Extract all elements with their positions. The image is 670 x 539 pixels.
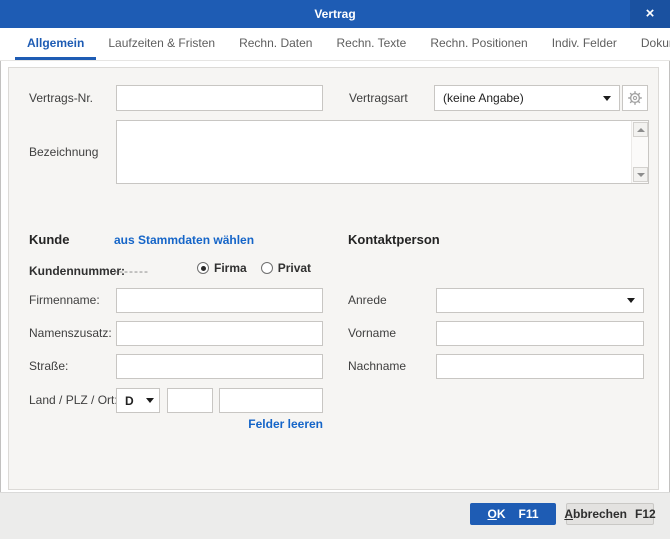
firmenname-field-box (116, 288, 323, 313)
vertrags-nr-field-box (116, 85, 323, 111)
footer-bar: OK F11 Abbrechen F12 (0, 492, 670, 539)
namenszusatz-label: Namenszusatz: (29, 326, 112, 340)
gear-icon (628, 91, 643, 106)
abbrechen-button[interactable]: Abbrechen F12 (564, 503, 656, 525)
vertragsart-settings-button[interactable] (622, 85, 648, 111)
ok-button-shortcut: F11 (518, 507, 539, 521)
nachname-input[interactable] (437, 355, 643, 378)
tab-indiv-felder[interactable]: Indiv. Felder (540, 28, 629, 60)
kontaktperson-heading: Kontaktperson (348, 232, 440, 247)
vertrag-dialog: Vertrag × Allgemein Laufzeiten & Fristen… (0, 0, 670, 539)
bezeichnung-scrollbar[interactable] (631, 121, 648, 183)
land-dropdown[interactable]: D (116, 388, 160, 413)
vorname-label: Vorname (348, 326, 397, 340)
firmenname-input[interactable] (117, 289, 322, 312)
titlebar: Vertrag × (0, 0, 670, 28)
strasse-field-box (116, 354, 323, 379)
scroll-down-icon (636, 172, 645, 177)
content-panel: Vertrags-Nr. Vertragsart (keine Angabe) (8, 67, 659, 490)
vertrags-nr-label: Vertrags-Nr. (29, 91, 94, 105)
scroll-up-button[interactable] (633, 122, 648, 137)
ort-field-box (219, 388, 323, 413)
plz-field-box (167, 388, 213, 413)
tab-allgemein[interactable]: Allgemein (15, 28, 97, 60)
strasse-label: Straße: (29, 359, 69, 373)
kunde-heading: Kunde (29, 232, 70, 247)
land-plz-ort-label: Land / PLZ / Ort: (29, 393, 118, 407)
tab-dokumente[interactable]: Dokumente (629, 28, 670, 60)
plz-input[interactable] (168, 389, 212, 412)
abbrechen-button-label: Abbrechen (564, 507, 627, 521)
radio-privat[interactable]: Privat (260, 261, 312, 275)
close-icon: × (645, 4, 655, 22)
vertrags-nr-input[interactable] (117, 86, 322, 110)
radio-privat-label: Privat (277, 261, 312, 275)
scroll-down-button[interactable] (633, 167, 648, 182)
vertragsart-value: (keine Angabe) (443, 91, 524, 105)
dropdown-arrow-icon (627, 298, 635, 303)
ok-button[interactable]: OK F11 (470, 503, 556, 525)
tab-laufzeiten-fristen[interactable]: Laufzeiten & Fristen (96, 28, 227, 60)
radio-firma[interactable]: Firma (197, 261, 247, 275)
stammdaten-link[interactable]: aus Stammdaten wählen (114, 233, 254, 247)
strasse-input[interactable] (117, 355, 322, 378)
scroll-up-icon (636, 127, 645, 132)
tab-rechn-texte[interactable]: Rechn. Texte (324, 28, 418, 60)
namenszusatz-input[interactable] (117, 322, 322, 345)
tab-rechn-daten[interactable]: Rechn. Daten (227, 28, 324, 60)
nachname-field-box (436, 354, 644, 379)
kundennummer-value: ------- (114, 264, 149, 278)
tab-rechn-positionen[interactable]: Rechn. Positionen (418, 28, 539, 60)
radio-firma-label: Firma (214, 261, 247, 275)
nachname-label: Nachname (348, 359, 407, 373)
radio-privat-icon (260, 262, 273, 274)
vertragsart-dropdown[interactable]: (keine Angabe) (434, 85, 620, 111)
felder-leeren-link[interactable]: Felder leeren (217, 417, 323, 431)
bezeichnung-textarea[interactable] (117, 121, 631, 183)
abbrechen-button-shortcut: F12 (635, 507, 656, 521)
vertragsart-label: Vertragsart (349, 91, 408, 105)
kundentyp-radio-group: Firma Privat (197, 261, 311, 275)
ok-button-label: OK (487, 507, 506, 521)
close-button[interactable]: × (630, 0, 670, 28)
vorname-input[interactable] (437, 322, 643, 345)
anrede-label: Anrede (348, 293, 387, 307)
radio-firma-icon (197, 262, 209, 274)
bezeichnung-field-box (116, 120, 649, 184)
firmenname-label: Firmenname: (29, 293, 100, 307)
tab-bar: Allgemein Laufzeiten & Fristen Rechn. Da… (0, 28, 670, 61)
anrede-dropdown[interactable] (436, 288, 644, 313)
namenszusatz-field-box (116, 321, 323, 346)
land-value: D (125, 393, 134, 408)
kundennummer-label: Kundennummer: (29, 264, 125, 278)
bezeichnung-label: Bezeichnung (29, 145, 99, 159)
dialog-title: Vertrag (314, 7, 356, 21)
dropdown-arrow-icon (603, 95, 611, 101)
dropdown-arrow-icon (146, 398, 154, 403)
vorname-field-box (436, 321, 644, 346)
ort-input[interactable] (220, 389, 322, 412)
